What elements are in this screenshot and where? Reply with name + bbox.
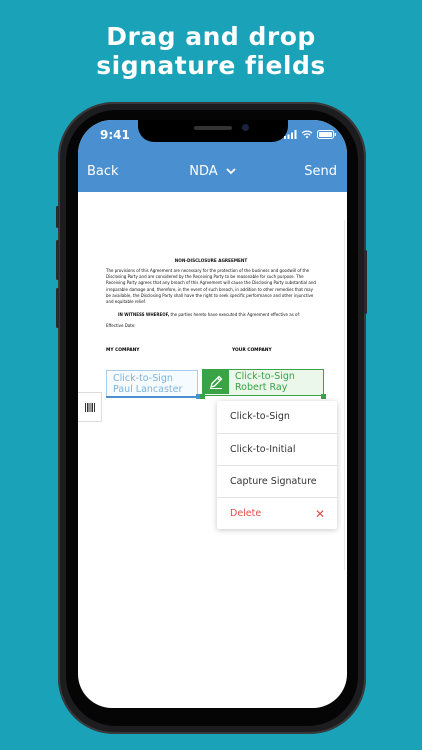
close-icon: ✕ bbox=[314, 507, 325, 521]
barcode-icon bbox=[84, 402, 95, 412]
status-time: 9:41 bbox=[100, 128, 130, 142]
scroll-track[interactable] bbox=[344, 220, 345, 570]
signature-field-underline bbox=[106, 396, 198, 398]
field-context-menu: Click-to-Sign Click-to-Initial Capture S… bbox=[217, 401, 337, 529]
navigation-bar: 9:41 Back NDA Send bbox=[78, 120, 347, 192]
front-camera bbox=[242, 124, 249, 131]
menu-item-click-to-sign[interactable]: Click-to-Sign bbox=[217, 401, 337, 433]
witness-text: the parties hereto have executed this Ag… bbox=[169, 312, 301, 318]
menu-item-label: Click-to-Initial bbox=[230, 444, 296, 455]
send-button[interactable]: Send bbox=[304, 164, 337, 179]
status-icons bbox=[284, 130, 337, 139]
witness-bold: IN WITNESS WHEREOF, bbox=[118, 312, 170, 318]
menu-item-label: Delete bbox=[230, 508, 262, 519]
document-title: NDA bbox=[189, 164, 218, 179]
company-right-label: YOUR COMPANY bbox=[232, 348, 272, 353]
menu-item-delete[interactable]: Delete ✕ bbox=[217, 497, 337, 529]
document-paragraph: The provisions of this Agreement are nec… bbox=[106, 268, 316, 305]
company-left-label: MY COMPANY bbox=[106, 348, 140, 353]
pencil-icon-box bbox=[203, 370, 229, 394]
field-palette-tab[interactable] bbox=[78, 392, 102, 422]
signal-icon bbox=[284, 130, 297, 139]
signature-field-text: Click-to-Sign Robert Ray bbox=[235, 371, 295, 393]
menu-item-capture-signature[interactable]: Capture Signature bbox=[217, 465, 337, 497]
menu-item-click-to-initial[interactable]: Click-to-Initial bbox=[217, 433, 337, 465]
witness-line: IN WITNESS WHEREOF, the parties hereto h… bbox=[106, 312, 316, 317]
chevron-down-icon bbox=[226, 168, 236, 175]
headline-line-2: signature fields bbox=[96, 51, 326, 80]
resize-handle[interactable] bbox=[200, 394, 205, 399]
pencil-icon bbox=[210, 375, 223, 389]
power-button bbox=[364, 250, 367, 314]
notch bbox=[138, 120, 288, 142]
signer-name: Paul Lancaster bbox=[113, 384, 183, 395]
signature-field-label: Click-to-Sign bbox=[113, 373, 173, 384]
signature-field-robert[interactable]: Click-to-Sign Robert Ray bbox=[202, 369, 324, 396]
signature-field-paul[interactable]: Click-to-Sign Paul Lancaster bbox=[106, 370, 198, 397]
wifi-icon bbox=[301, 130, 313, 139]
speaker-grille bbox=[194, 126, 232, 130]
effective-date-label: Effective Date: bbox=[106, 323, 136, 329]
menu-item-label: Capture Signature bbox=[230, 476, 317, 487]
headline: Drag and drop signature fields bbox=[0, 22, 422, 80]
document-page: NON-DISCLOSURE AGREEMENT The provisions … bbox=[106, 258, 316, 328]
battery-icon bbox=[317, 130, 336, 139]
volume-up-button bbox=[56, 240, 59, 280]
document-heading: NON-DISCLOSURE AGREEMENT bbox=[174, 258, 248, 263]
signature-field-label: Click-to-Sign bbox=[235, 371, 295, 382]
mute-switch bbox=[56, 206, 59, 228]
menu-item-label: Click-to-Sign bbox=[230, 411, 290, 422]
headline-line-1: Drag and drop bbox=[106, 22, 316, 51]
resize-handle[interactable] bbox=[321, 394, 326, 399]
volume-down-button bbox=[56, 288, 59, 328]
app-screen: 9:41 Back NDA Send NON-DISCLOSURE AGREEM… bbox=[78, 120, 347, 708]
signer-name: Robert Ray bbox=[235, 382, 288, 393]
